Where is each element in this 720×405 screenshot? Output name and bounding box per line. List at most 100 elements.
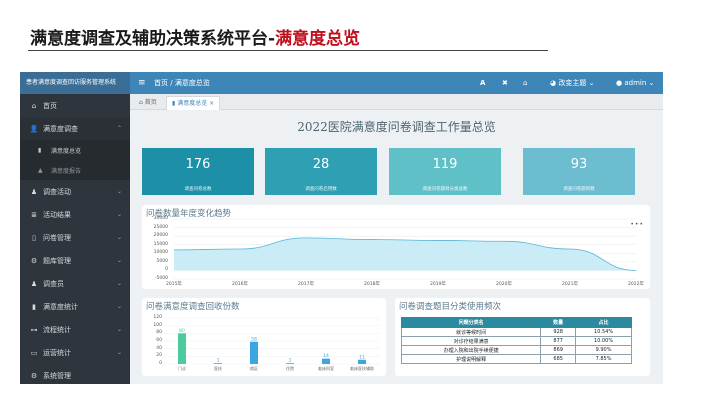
sidebar-item-activity-result[interactable]: ≣ 活动结果 ⌄	[20, 203, 130, 226]
table-row: 护理说明解释 685 7.85%	[400, 354, 632, 364]
sidebar-item-label: 满意度统计	[43, 302, 78, 311]
stat-value: 176	[185, 157, 211, 172]
table-row: 就诊等候时间 928 10.54%	[400, 327, 632, 337]
app-screenshot: 患者满意度调查回访服务管理系统 ⌂ 首页 👤 满意度调查 ⌃ ▮ 满意度总览 ▲…	[20, 72, 663, 384]
sidebar-item-label: 问卷管理	[43, 233, 71, 242]
chevron-up-icon: ⌃	[116, 125, 122, 132]
table-cell: 护理说明解释	[400, 354, 542, 364]
page-title: 2022医院满意度问卷调查工作量总览	[297, 120, 496, 134]
stat-card-categories: 119 调查问卷题目分类总数	[389, 148, 501, 195]
bar	[250, 341, 258, 364]
data-label: 14	[323, 353, 329, 359]
stat-label: 调查问卷总数	[184, 187, 212, 192]
sidebar-item-satisfaction-survey[interactable]: 👤 满意度调查 ⌃	[20, 117, 130, 140]
recovery-chart: 80门诊1医技58病区1住院14临床科室11临床医技辅助	[164, 317, 380, 371]
sidebar-item-label: 系统管理	[43, 371, 71, 380]
user-menu[interactable]: ● admin ⌄	[616, 72, 654, 94]
bar	[178, 333, 186, 364]
user-survey-icon: 👤	[29, 124, 39, 133]
table-cell: 10.00%	[575, 336, 632, 346]
trend-chart	[173, 218, 637, 280]
tab-home[interactable]: ⌂ 首页	[134, 96, 162, 110]
table-cell: 9.90%	[575, 345, 632, 355]
sidebar-item-label: 流程统计	[43, 325, 71, 334]
home-icon: ⌂	[31, 101, 37, 110]
tab-label: 首页	[144, 99, 157, 106]
sidebar-item-process-stats[interactable]: ⊶ 流程统计 ⌄	[20, 318, 130, 341]
x-tick-label: 临床科室	[318, 365, 334, 371]
stat-card-total: 176 调查问卷总数	[142, 148, 254, 195]
font-size-icon[interactable]: A	[480, 72, 485, 94]
sidebar-item-label: 题库管理	[43, 256, 71, 265]
data-label: 11	[359, 354, 365, 360]
fullscreen-icon[interactable]: ✖	[502, 72, 508, 94]
menu-toggle-icon[interactable]: ≡	[138, 72, 146, 94]
sidebar-item-survey-activity[interactable]: ♟ 调查活动 ⌄	[20, 180, 130, 203]
gear-icon: ⚙	[30, 256, 38, 265]
trend-panel: 问卷数量年度变化趋势 ••• 30000 25000 20000 15000 10000…	[142, 205, 650, 289]
app-brand: 患者满意度调查回访服务管理系统	[20, 72, 130, 94]
bar-chart-icon: ▮	[32, 302, 36, 311]
x-tick-label: 临床医技辅助	[350, 365, 374, 371]
x-tick-label: 门诊	[178, 365, 186, 371]
breadcrumb-separator: /	[170, 79, 173, 87]
table-cell: 869	[540, 345, 577, 355]
slide-title-accent: 满意度总览	[275, 29, 361, 49]
recovery-panel: 问卷满意度调查回收份数 120 100 80 60 40 20 0 80 门诊 1 医技 58 病区 1…	[142, 298, 386, 376]
sidebar-item-surveyor[interactable]: ♟ 调查员 ⌄	[20, 272, 130, 295]
bar	[358, 359, 366, 364]
sidebar-item-label: 活动结果	[43, 210, 71, 219]
category-title: 问卷调查题目分类使用频次	[399, 302, 502, 312]
category-panel: 问卷调查题目分类使用频次 问题分类名 数量 占比 就诊等候时间 928 10.5…	[395, 298, 650, 376]
data-label: 1	[289, 358, 292, 364]
theme-switch[interactable]: ◕ 改变主题 ⌄	[550, 72, 594, 94]
chevron-down-icon: ⌄	[116, 188, 122, 195]
table-cell: 928	[540, 327, 577, 337]
column-header: 问题分类名	[400, 317, 542, 328]
tab-overview[interactable]: ▮ 满意度总览 ×	[166, 96, 221, 110]
chevron-down-icon: ⌄	[116, 211, 122, 218]
chevron-down-icon: ⌄	[116, 303, 122, 310]
category-table: 问题分类名 数量 占比 就诊等候时间 928 10.54% 对诊疗结果满意 87…	[400, 317, 632, 364]
x-tick-label: 病区	[250, 365, 258, 371]
stat-label: 调查问卷启用数	[305, 187, 337, 192]
sidebar-subitem-overview[interactable]: ▮ 满意度总览	[20, 140, 130, 160]
trend-area-fill	[174, 237, 636, 271]
sidebar-item-label: 首页	[43, 101, 57, 110]
table-cell: 10.54%	[575, 327, 632, 337]
gear-icon: ⚙	[30, 371, 38, 380]
home-icon[interactable]: ⌂	[523, 72, 527, 94]
sidebar-item-home[interactable]: ⌂ 首页	[20, 94, 130, 117]
slide-title: 满意度调查及辅助决策系统平台-满意度总览	[30, 24, 360, 49]
data-label: 1	[217, 358, 220, 364]
chevron-down-icon: ⌄	[116, 257, 122, 264]
sidebar-item-system-manage[interactable]: ⚙ 系统管理	[20, 364, 130, 384]
tab-bar: ⌂ 首页 ▮ 满意度总览 ×	[130, 94, 663, 110]
stat-value: 119	[432, 157, 458, 172]
breadcrumb-home[interactable]: 首页	[154, 79, 168, 87]
stat-value: 93	[570, 157, 588, 172]
sidebar-subitem-label: 满意度报告	[51, 167, 82, 175]
sidebar-item-satisfaction-stats[interactable]: ▮ 满意度统计 ⌄	[20, 295, 130, 318]
column-header: 数量	[540, 317, 577, 328]
sidebar: 患者满意度调查回访服务管理系统 ⌂ 首页 👤 满意度调查 ⌃ ▮ 满意度总览 ▲…	[20, 72, 130, 384]
book-icon: ▯	[32, 233, 36, 242]
stat-value: 28	[312, 157, 330, 172]
sidebar-item-question-bank[interactable]: ⚙ 题库管理 ⌄	[20, 249, 130, 272]
users-icon: ♟	[30, 279, 38, 288]
chevron-down-icon: ⌄	[116, 280, 122, 287]
sidebar-item-operation-stats[interactable]: ▭ 运营统计 ⌄	[20, 341, 130, 364]
sitemap-icon: ⊶	[30, 325, 38, 334]
table-cell: 办理入院和出院手续便捷	[400, 345, 542, 355]
chevron-down-icon: ⌄	[116, 234, 122, 241]
stat-label: 调查问卷题目分类总数	[422, 187, 468, 192]
main-content: 2022医院满意度问卷调查工作量总览 176 调查问卷总数 28 调查问卷启用数…	[130, 110, 663, 384]
desktop-icon: ▭	[30, 348, 38, 357]
sidebar-item-label: 调查员	[43, 279, 64, 288]
sidebar-item-questionnaire[interactable]: ▯ 问卷管理 ⌄	[20, 226, 130, 249]
triangle-icon: ▲	[38, 166, 43, 174]
list-icon: ≣	[31, 210, 37, 219]
column-header: 占比	[575, 317, 632, 328]
sidebar-subitem-report[interactable]: ▲ 满意度报告	[20, 160, 130, 180]
table-cell: 7.85%	[575, 354, 632, 364]
